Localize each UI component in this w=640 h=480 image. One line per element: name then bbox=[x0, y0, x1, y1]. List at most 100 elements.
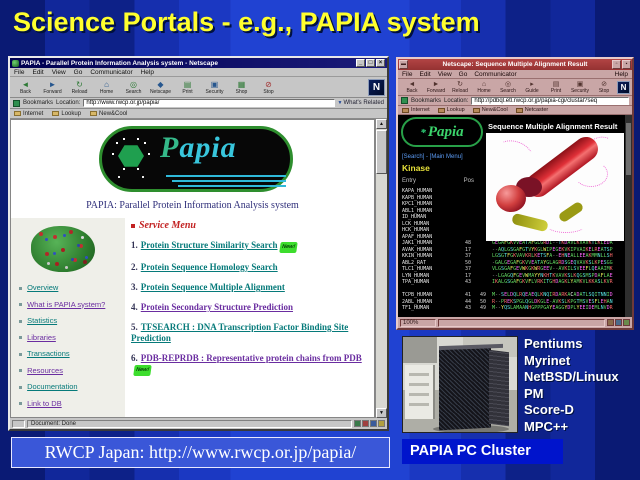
bookmarks-icon[interactable] bbox=[13, 100, 20, 107]
location-input[interactable]: http://pdbql.etl.rwcp.or.jp/papia-cgi/cl… bbox=[471, 97, 629, 105]
toolbar-icon: ▤ bbox=[174, 80, 201, 89]
menu-item[interactable]: View bbox=[438, 71, 452, 78]
cluster-spec-item: Score-D bbox=[524, 402, 619, 419]
service-link[interactable]: PDB-REPRDB : Representative protein chai… bbox=[141, 353, 362, 363]
mail-icon[interactable] bbox=[354, 420, 361, 427]
menu-item[interactable]: Communicator bbox=[90, 69, 132, 76]
menu-item[interactable]: Help bbox=[141, 69, 154, 76]
motif-menu-icon[interactable]: ▬ bbox=[399, 60, 408, 69]
toolbar-button[interactable]: ▤ Print bbox=[544, 81, 568, 94]
bookmarks-icon[interactable] bbox=[401, 97, 408, 104]
folder-icon bbox=[402, 108, 409, 113]
toolbar-button[interactable]: ◄ Back bbox=[12, 80, 39, 95]
close-button[interactable]: × bbox=[376, 59, 385, 67]
discussions-icon[interactable] bbox=[623, 319, 630, 326]
right-browser-toolbar: ◄ Back ► Forward ↻ Reload ⌂ bbox=[398, 79, 632, 96]
right-browser-titlebar[interactable]: ▬ Netscape: Sequence Multiple Alignment … bbox=[398, 59, 632, 70]
toolbar-button[interactable]: ◄ Back bbox=[400, 81, 424, 94]
discussions-icon[interactable] bbox=[378, 420, 385, 427]
bookmarks-label[interactable]: Bookmarks bbox=[411, 98, 441, 104]
service-link[interactable]: Protein Structure Similarity Search bbox=[141, 240, 278, 250]
entry-name[interactable]: TF1_HUMAN bbox=[402, 305, 458, 312]
bullet-icon bbox=[19, 336, 22, 339]
left-vertical-scrollbar[interactable]: ▲ ▼ bbox=[375, 119, 387, 418]
sidebar-link[interactable]: Link to DB bbox=[19, 396, 121, 413]
scrollbar-thumb[interactable] bbox=[626, 123, 631, 175]
maximize-button[interactable]: □ bbox=[366, 59, 375, 67]
mail-icon[interactable] bbox=[607, 319, 614, 326]
service-menu-item[interactable]: 1.Protein Structure Similarity SearchNew… bbox=[131, 240, 375, 253]
service-link[interactable]: TFSEARCH : DNA Transcription Factor Bind… bbox=[131, 322, 348, 343]
motif-minimize-icon[interactable]: ▫ bbox=[612, 60, 621, 69]
toolbar-button[interactable]: ◆ Netscape bbox=[147, 80, 174, 95]
minimize-button[interactable]: _ bbox=[356, 59, 365, 67]
personal-toolbar-item[interactable]: Netcaster bbox=[516, 107, 549, 113]
location-input[interactable]: http://www.rwcp.or.jp/papia/ bbox=[83, 99, 334, 107]
menu-item[interactable]: View bbox=[52, 69, 66, 76]
toolbar-button[interactable]: ⊘ Stop bbox=[255, 80, 282, 95]
left-browser-titlebar[interactable]: PAPIA - Parallel Protein Information Ana… bbox=[10, 58, 387, 68]
service-menu-item[interactable]: 4.Protein Secondary Structure Prediction… bbox=[131, 302, 375, 313]
navigator-icon[interactable] bbox=[370, 420, 377, 427]
toolbar-button[interactable]: ▸ Guide bbox=[520, 81, 544, 94]
toolbar-button[interactable]: ⌂ Home bbox=[93, 80, 120, 95]
service-menu-item[interactable]: 5.TFSEARCH : DNA Transcription Factor Bi… bbox=[131, 322, 375, 343]
toolbar-button[interactable]: ▦ Shop bbox=[228, 80, 255, 95]
sidebar-link[interactable]: Documentation bbox=[19, 379, 121, 396]
personal-toolbar-item[interactable]: New&Cool bbox=[90, 111, 127, 117]
menu-item[interactable]: Communicator bbox=[474, 71, 516, 78]
menu-item[interactable]: File bbox=[14, 69, 24, 76]
personal-toolbar-item[interactable]: Lookup bbox=[52, 111, 81, 117]
personal-toolbar-item[interactable]: Internet bbox=[402, 107, 430, 113]
toolbar-button[interactable]: ⊘ Stop bbox=[592, 81, 616, 94]
service-menu-item[interactable]: 3.Protein Sequence Multiple AlignmentNew… bbox=[131, 282, 375, 293]
folder-icon bbox=[90, 111, 97, 116]
scrollbar-thumb[interactable] bbox=[376, 130, 387, 174]
toolbar-button[interactable]: ► Forward bbox=[424, 81, 448, 94]
service-link[interactable]: Protein Secondary Structure Prediction bbox=[141, 302, 293, 312]
toolbar-button[interactable]: ↻ Reload bbox=[66, 80, 93, 95]
menu-item[interactable]: Edit bbox=[32, 69, 43, 76]
menu-item[interactable]: File bbox=[402, 71, 412, 78]
status-icons bbox=[354, 420, 385, 427]
service-link[interactable]: Protein Sequence Homology Search bbox=[141, 262, 278, 272]
scroll-up-icon[interactable]: ▲ bbox=[376, 119, 387, 129]
help-menu[interactable]: Help bbox=[615, 70, 628, 79]
right-vertical-scrollbar[interactable] bbox=[625, 115, 632, 317]
papia-logo-small[interactable]: Papia bbox=[401, 117, 483, 147]
alignment-nav-links[interactable]: [Search] - [Main Menu] bbox=[402, 154, 463, 160]
toolbar-button[interactable]: ▤ Print bbox=[174, 80, 201, 95]
service-link[interactable]: Protein Sequence Multiple Alignment bbox=[141, 282, 285, 292]
sidebar-link[interactable]: Statistics bbox=[19, 313, 121, 330]
motif-maximize-icon[interactable]: ▪ bbox=[622, 60, 631, 69]
sidebar-link[interactable]: Transactions bbox=[19, 346, 121, 363]
netscape-logo[interactable]: N bbox=[368, 79, 385, 96]
sidebar-link[interactable]: Libraries bbox=[19, 330, 121, 347]
sidebar-link[interactable]: Resources bbox=[19, 363, 121, 380]
toolbar-button[interactable]: ◎ Search bbox=[120, 80, 147, 95]
service-menu-item[interactable]: 6.PDB-REPRDB : Representative protein ch… bbox=[131, 353, 375, 376]
personal-toolbar-item[interactable]: Internet bbox=[14, 111, 43, 117]
menu-item[interactable]: Go bbox=[459, 71, 468, 78]
status-message-field bbox=[438, 319, 605, 327]
toolbar-button[interactable]: ◎ Search bbox=[496, 81, 520, 94]
bookmarks-label[interactable]: Bookmarks bbox=[23, 100, 53, 106]
navigator-icon[interactable] bbox=[615, 319, 622, 326]
scroll-down-icon[interactable]: ▼ bbox=[376, 408, 387, 418]
netscape-logo[interactable]: N bbox=[617, 81, 630, 94]
menu-item[interactable]: Edit bbox=[419, 71, 430, 78]
service-menu-item[interactable]: 2.Protein Sequence Homology SearchNew! bbox=[131, 262, 375, 273]
personal-toolbar-item[interactable]: Lookup bbox=[438, 107, 465, 113]
toolbar-button[interactable]: ► Forward bbox=[39, 80, 66, 95]
personal-toolbar-item[interactable]: New&Cool bbox=[473, 107, 508, 113]
sidebar-link[interactable]: What is PAPIA system? bbox=[19, 297, 121, 314]
toolbar-button[interactable]: ↻ Reload bbox=[448, 81, 472, 94]
whats-related-button[interactable]: ▼ What's Related bbox=[338, 100, 384, 106]
toolbar-icon: ⌂ bbox=[93, 80, 120, 89]
toolbar-button[interactable]: ⌂ Home bbox=[472, 81, 496, 94]
composer-icon[interactable] bbox=[362, 420, 369, 427]
toolbar-button[interactable]: ▣ Security bbox=[201, 80, 228, 95]
sidebar-link[interactable]: Overview bbox=[19, 280, 121, 297]
menu-item[interactable]: Go bbox=[74, 69, 83, 76]
toolbar-button[interactable]: ▣ Security bbox=[568, 81, 592, 94]
